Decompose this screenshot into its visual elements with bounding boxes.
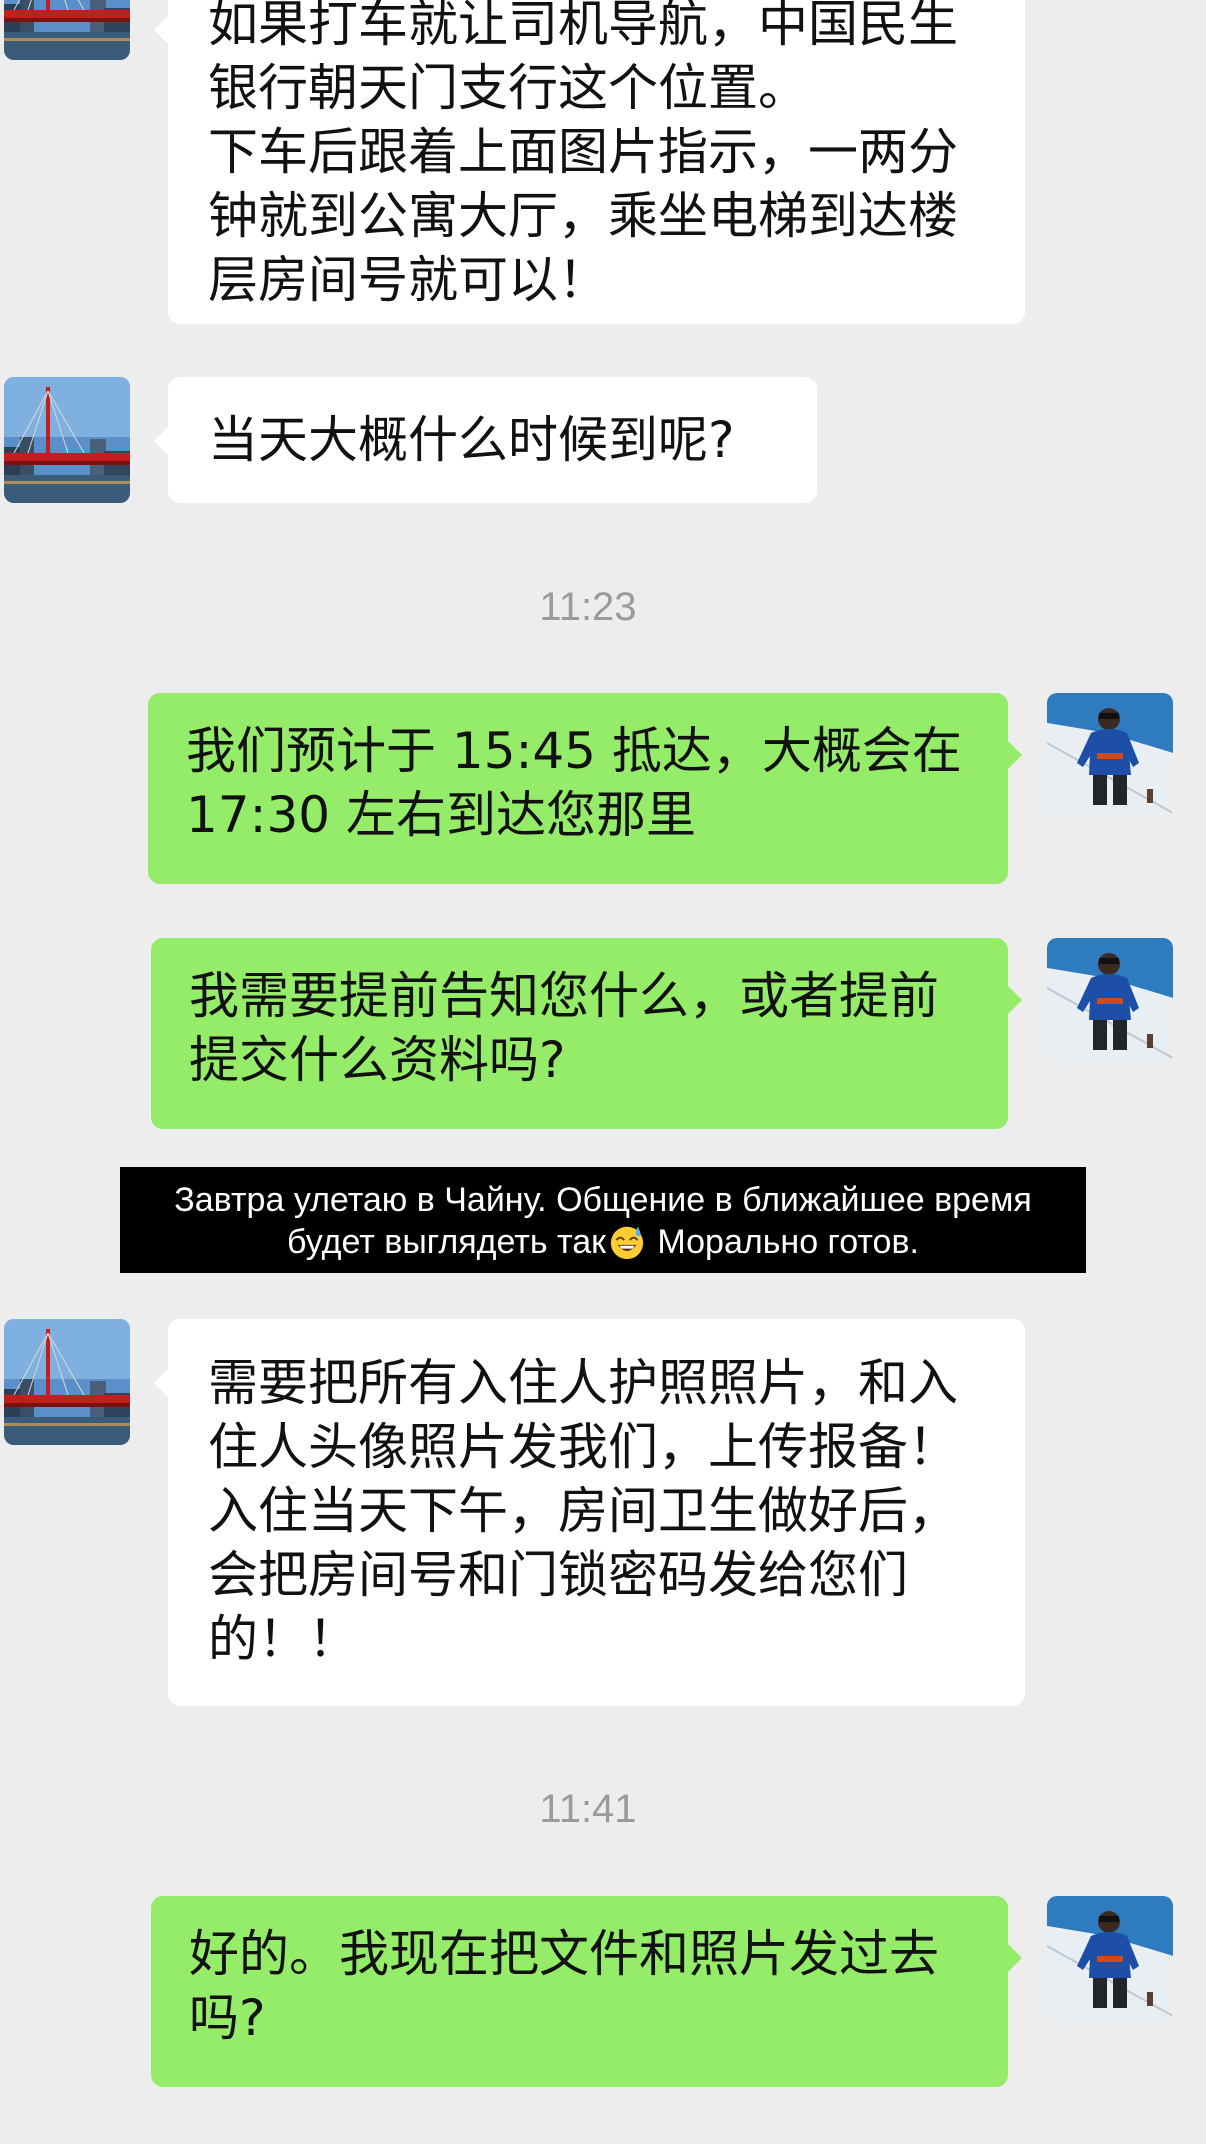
caption-line-2: будет выглядеть так Морально готов. — [120, 1221, 1086, 1263]
incoming-message-bubble[interactable]: 如果打车就让司机导航，中国民生 银行朝天门支行这个位置。 下车后跟着上面图片指示… — [154, 0, 1025, 324]
bridge-city-avatar-icon — [4, 0, 130, 60]
outgoing-message-bubble[interactable]: 我需要提前告知您什么，或者提前 提交什么资料吗? — [151, 938, 1022, 1129]
contact-avatar[interactable] — [4, 1319, 130, 1445]
outgoing-message-bubble[interactable]: 我们预计于 15:45 抵达，大概会在 17:30 左右到达您那里 — [148, 693, 1022, 884]
caption-line-1: Завтра улетаю в Чайну. Общение в ближайш… — [174, 1181, 1032, 1219]
caption-line-2-end: Морально готов. — [647, 1223, 919, 1261]
message-timestamp: 11:41 — [539, 1787, 637, 1831]
contact-avatar[interactable] — [4, 0, 130, 60]
contact-avatar[interactable] — [4, 377, 130, 503]
bridge-city-avatar-icon — [4, 1319, 130, 1445]
mountain-climber-avatar-icon — [1047, 1896, 1173, 2022]
message-timestamp: 11:23 — [539, 585, 637, 629]
mountain-climber-avatar-icon — [1047, 693, 1173, 819]
user-avatar[interactable] — [1047, 938, 1173, 1064]
outgoing-message-bubble[interactable]: 好的。我现在把文件和照片发过去 吗? — [151, 1896, 1022, 2087]
grinning-sweat-emoji-icon — [610, 1226, 644, 1260]
bridge-city-avatar-icon — [4, 377, 130, 503]
caption-line-2-start: будет выглядеть так — [287, 1223, 606, 1261]
mountain-climber-avatar-icon — [1047, 938, 1173, 1064]
user-avatar[interactable] — [1047, 693, 1173, 819]
chat-view[interactable]: 如果打车就让司机导航，中国民生 银行朝天门支行这个位置。 下车后跟着上面图片指示… — [0, 0, 1206, 2144]
overlay-caption: Завтра улетаю в Чайну. Общение в ближайш… — [120, 1167, 1086, 1273]
user-avatar[interactable] — [1047, 1896, 1173, 2022]
incoming-message-bubble[interactable]: 当天大概什么时候到呢? — [154, 377, 817, 503]
incoming-message-bubble[interactable]: 需要把所有入住人护照照片，和入 住人头像照片发我们，上传报备！ 入住当天下午，房… — [154, 1319, 1025, 1706]
